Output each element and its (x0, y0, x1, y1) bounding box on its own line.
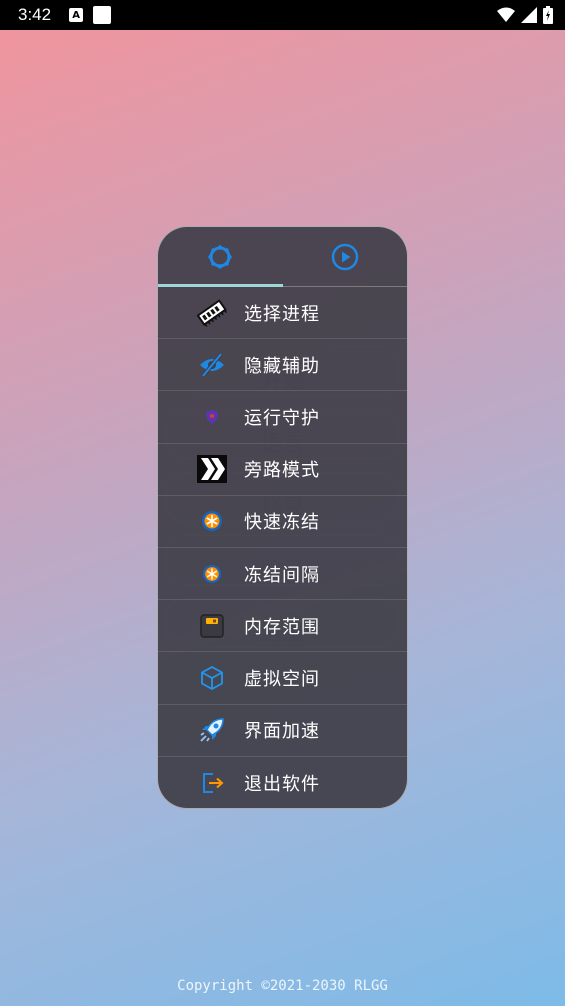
notification-a-icon: A (69, 8, 84, 22)
shield-icon (194, 399, 230, 435)
menu-item-label: 快速冻结 (244, 512, 320, 534)
tab-indicator (158, 284, 283, 287)
menu-item-label: 运行守护 (244, 407, 320, 429)
copyright-text: Copyright ©2021-2030 RLGG (177, 978, 388, 994)
bypass-icon (194, 451, 230, 487)
menu-item-label: 冻结间隔 (244, 564, 320, 586)
menu-item-label: 选择进程 (244, 303, 320, 325)
menu-tabs (158, 227, 407, 287)
sd-card-icon (194, 608, 230, 644)
battery-icon (543, 6, 553, 24)
signal-icon (521, 7, 537, 23)
play-circle-icon (331, 243, 358, 270)
menu-list: 选择进程 隐藏辅助 运行守护 旁路模式 快速冻结 冻结间隔 内存范围 虚拟空间 … (158, 287, 407, 808)
notification-square-icon (93, 6, 112, 24)
menu-item-quick-freeze[interactable]: 快速冻结 (158, 496, 407, 548)
menu-item-memory-range[interactable]: 内存范围 (158, 600, 407, 653)
menu-item-label: 退出软件 (244, 773, 320, 795)
cube-icon (194, 660, 230, 696)
menu-item-hide-assist[interactable]: 隐藏辅助 (158, 339, 407, 392)
tab-run[interactable] (283, 227, 408, 286)
snowflake-icon (194, 503, 230, 539)
menu-item-label: 隐藏辅助 (244, 355, 320, 377)
popup-menu: 选择进程 隐藏辅助 运行守护 旁路模式 快速冻结 冻结间隔 内存范围 虚拟空间 … (157, 226, 408, 809)
menu-item-ui-accelerate[interactable]: 界面加速 (158, 705, 407, 757)
menu-item-select-process[interactable]: 选择进程 (158, 287, 407, 340)
menu-item-freeze-interval[interactable]: 冻结间隔 (158, 548, 407, 601)
menu-item-label: 虚拟空间 (244, 668, 320, 690)
status-time: 3:42 (18, 5, 52, 24)
gear-icon (208, 244, 232, 269)
rocket-icon (194, 712, 230, 748)
menu-item-run-guard[interactable]: 运行守护 (158, 391, 407, 444)
memory-chip-icon (194, 295, 230, 331)
tab-settings[interactable] (158, 227, 283, 286)
wifi-icon (497, 7, 515, 22)
menu-item-label: 内存范围 (244, 616, 320, 638)
menu-item-exit-app[interactable]: 退出软件 (158, 757, 407, 808)
menu-item-virtual-space[interactable]: 虚拟空间 (158, 652, 407, 705)
status-bar: 3:42 A (0, 0, 565, 30)
snowflake-icon (194, 556, 230, 592)
menu-item-label: 旁路模式 (244, 460, 320, 482)
menu-item-bypass-mode[interactable]: 旁路模式 (158, 444, 407, 496)
exit-icon (194, 765, 230, 801)
menu-item-label: 界面加速 (244, 721, 320, 743)
eye-off-icon (194, 347, 230, 383)
